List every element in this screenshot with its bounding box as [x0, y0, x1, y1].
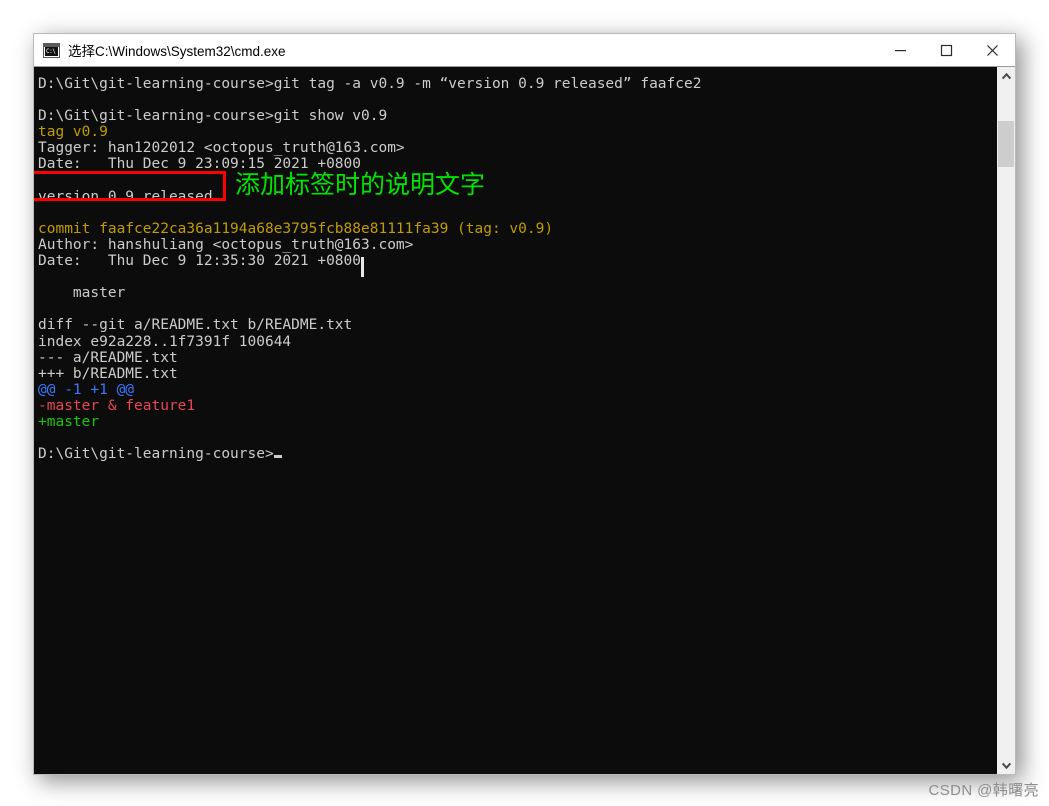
console-line: Author: hanshuliang <octopus_truth@163.c…: [38, 236, 414, 253]
window-controls: [877, 34, 1015, 66]
console-line: Tagger: han1202012 <octopus_truth@163.co…: [38, 140, 405, 157]
scrollbar-thumb[interactable]: [998, 121, 1014, 167]
titlebar-left: C:\ 选择C:\Windows\System32\cmd.exe: [34, 40, 877, 60]
console-line: --- a/README.txt: [38, 349, 178, 366]
console-line: D:\Git\git-learning-course>git show v0.9: [38, 108, 388, 125]
chevron-down-icon: [1001, 762, 1011, 769]
minimize-button[interactable]: [877, 34, 923, 66]
cmd-icon-prompt-glyph: C:\: [45, 46, 58, 56]
console-line: master: [38, 285, 126, 302]
console-line: -master & feature1: [38, 397, 196, 414]
console-line: diff --git a/README.txt b/README.txt: [38, 317, 353, 334]
console-line: D:\Git\git-learning-course>: [38, 446, 996, 462]
console-output: D:\Git\git-learning-course>git tag -a v0…: [36, 76, 996, 462]
console-line: +master: [38, 413, 100, 430]
console-line: tag v0.9: [38, 124, 108, 141]
vertical-scrollbar[interactable]: [996, 67, 1015, 774]
close-button[interactable]: [969, 34, 1015, 66]
console-line: Date: Thu Dec 9 12:35:30 2021 +0800: [38, 253, 362, 270]
maximize-button[interactable]: [923, 34, 969, 66]
scroll-down-button[interactable]: [997, 756, 1015, 774]
console-line: @@ -1 +1 @@: [38, 381, 135, 398]
text-cursor-caret: [361, 257, 364, 277]
console-line: version 0.9 released: [38, 188, 213, 205]
page-root: C:\ 选择C:\Windows\System32\cmd.exe D:\Git…: [0, 0, 1049, 806]
console-cursor: [273, 455, 282, 459]
chevron-up-icon: [1001, 72, 1011, 79]
console-line: Date: Thu Dec 9 23:09:15 2021 +0800: [38, 156, 362, 173]
titlebar[interactable]: C:\ 选择C:\Windows\System32\cmd.exe: [34, 34, 1015, 66]
minimize-icon: [894, 49, 906, 51]
console-line: D:\Git\git-learning-course>git tag -a v0…: [38, 76, 702, 92]
scroll-up-button[interactable]: [997, 67, 1015, 85]
scrollbar-track[interactable]: [997, 85, 1015, 756]
green-annotation-text: 添加标签时的说明文字: [235, 170, 486, 199]
close-icon: [986, 44, 998, 56]
console-line: commit faafce22ca36a1194a68e3795fcb88e81…: [38, 220, 554, 237]
csdn-watermark: CSDN @韩曙亮: [928, 782, 1039, 799]
window-title: 选择C:\Windows\System32\cmd.exe: [68, 44, 286, 59]
maximize-icon: [940, 44, 952, 56]
console-line: index e92a228..1f7391f 100644: [38, 333, 292, 350]
console-line: +++ b/README.txt: [38, 365, 178, 382]
cmd-console-window: C:\ 选择C:\Windows\System32\cmd.exe D:\Git…: [33, 33, 1016, 775]
cmd-console-icon: C:\: [43, 42, 60, 58]
terminal-screen[interactable]: D:\Git\git-learning-course>git tag -a v0…: [34, 67, 996, 774]
terminal-area: D:\Git\git-learning-course>git tag -a v0…: [34, 66, 1015, 774]
